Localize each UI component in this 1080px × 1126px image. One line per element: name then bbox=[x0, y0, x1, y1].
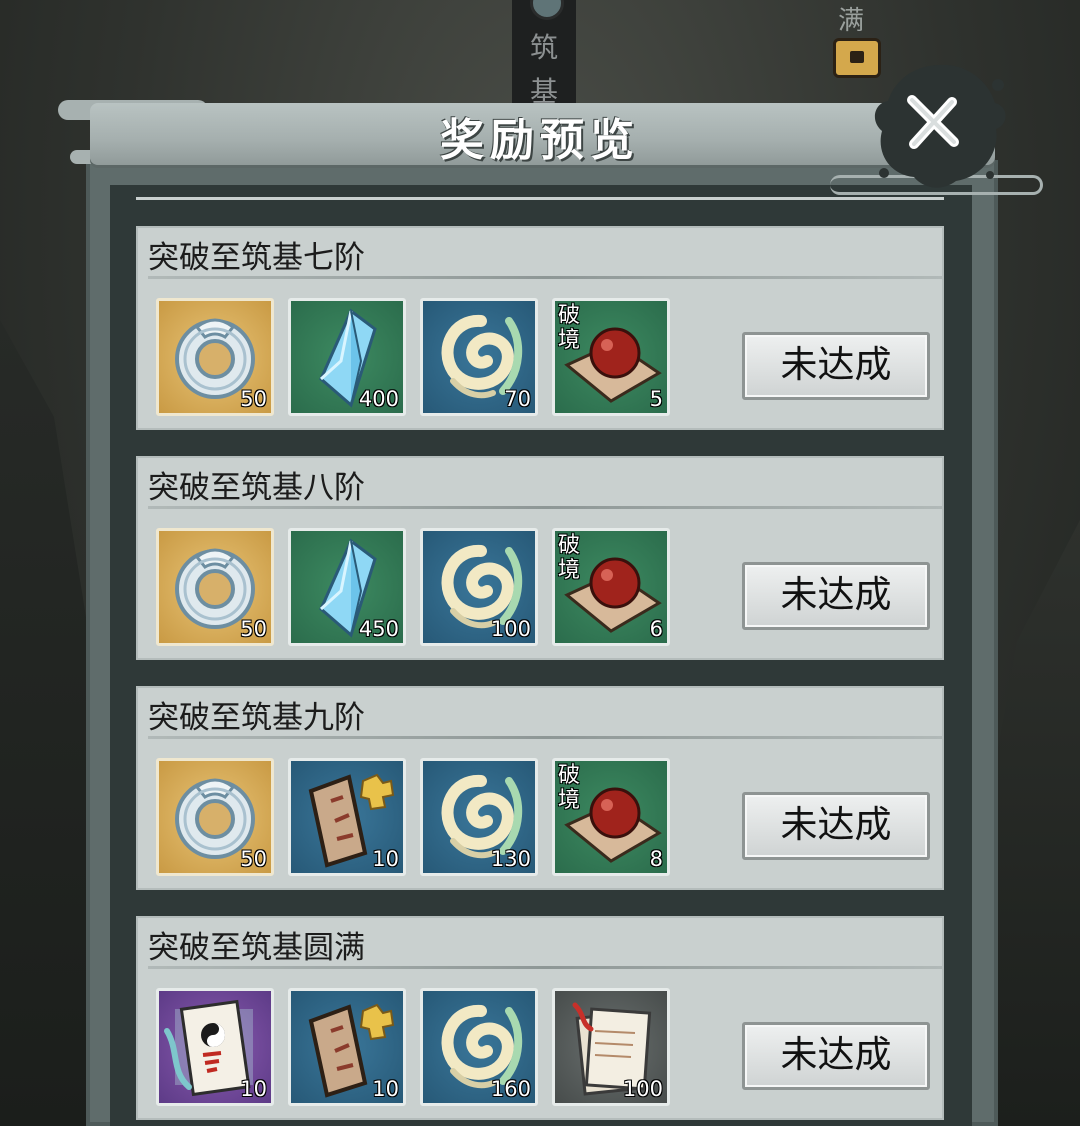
item-count: 160 bbox=[490, 1077, 531, 1101]
reward-item-slot[interactable]: 100 bbox=[552, 988, 670, 1106]
reward-tier-card: 突破至筑基七阶 50 400 70 破境 5 未达成 bbox=[136, 226, 944, 430]
item-count: 50 bbox=[240, 847, 267, 871]
reward-item-slot[interactable]: 50 bbox=[156, 298, 274, 416]
banner-text: 筑基 bbox=[529, 31, 558, 108]
reward-item-slot[interactable]: 130 bbox=[420, 758, 538, 876]
tier-label: 突破至筑基九阶 bbox=[148, 700, 365, 736]
item-tag-label: 破境 bbox=[558, 763, 581, 813]
item-count: 100 bbox=[622, 1077, 663, 1101]
claim-status-button[interactable]: 未达成 bbox=[742, 332, 930, 400]
tier-divider bbox=[148, 966, 942, 969]
reward-item-slot[interactable]: 破境 6 bbox=[552, 528, 670, 646]
item-count: 10 bbox=[372, 847, 399, 871]
item-tag-label: 破境 bbox=[558, 303, 581, 353]
reward-item-slot[interactable]: 50 bbox=[156, 758, 274, 876]
reward-tier-card: 突破至筑基九阶 50 10 130 破境 8 未达成 bbox=[136, 686, 944, 890]
tier-divider bbox=[148, 506, 942, 509]
reward-item-slot[interactable]: 100 bbox=[420, 528, 538, 646]
item-count: 5 bbox=[649, 387, 663, 411]
item-count: 8 bbox=[649, 847, 663, 871]
reward-item-slot[interactable]: 70 bbox=[420, 298, 538, 416]
claim-status-button[interactable]: 未达成 bbox=[742, 792, 930, 860]
item-tag-label: 破境 bbox=[558, 533, 581, 583]
reward-tier-card: 突破至筑基八阶 50 450 100 破境 6 未达成 bbox=[136, 456, 944, 660]
reward-item-slot[interactable]: 10 bbox=[156, 988, 274, 1106]
item-count: 100 bbox=[490, 617, 531, 641]
item-count: 50 bbox=[240, 387, 267, 411]
background-mountain-right bbox=[990, 520, 1080, 1126]
reward-item-slot[interactable]: 10 bbox=[288, 758, 406, 876]
banner-orb-icon bbox=[530, 0, 564, 20]
item-count: 130 bbox=[490, 847, 531, 871]
item-count: 10 bbox=[372, 1077, 399, 1101]
background-mountain-left bbox=[0, 320, 90, 1126]
tier-label: 突破至筑基圆满 bbox=[148, 930, 365, 966]
reward-item-slot[interactable]: 50 bbox=[156, 528, 274, 646]
close-x-icon bbox=[907, 95, 959, 149]
reward-item-slot[interactable]: 破境 5 bbox=[552, 298, 670, 416]
background-corner-text: 满 bbox=[838, 6, 865, 36]
reward-item-slot[interactable]: 10 bbox=[288, 988, 406, 1106]
header-separator bbox=[136, 197, 944, 200]
reward-item-slot[interactable]: 破境 8 bbox=[552, 758, 670, 876]
tier-divider bbox=[148, 276, 942, 279]
tier-label: 突破至筑基八阶 bbox=[148, 470, 365, 506]
reward-item-slot[interactable]: 160 bbox=[420, 988, 538, 1106]
item-count: 6 bbox=[649, 617, 663, 641]
claim-status-button[interactable]: 未达成 bbox=[742, 1022, 930, 1090]
tier-divider bbox=[148, 736, 942, 739]
close-button[interactable] bbox=[900, 90, 966, 156]
item-count: 10 bbox=[240, 1077, 267, 1101]
reward-item-slot[interactable]: 450 bbox=[288, 528, 406, 646]
item-count: 450 bbox=[358, 617, 399, 641]
item-count: 50 bbox=[240, 617, 267, 641]
tier-label: 突破至筑基七阶 bbox=[148, 240, 365, 276]
background-banner: 筑基 bbox=[512, 0, 576, 110]
reward-tier-card: 突破至筑基圆满 10 10 160 100 未达成 bbox=[136, 916, 944, 1120]
item-count: 70 bbox=[504, 387, 531, 411]
item-count: 400 bbox=[358, 387, 399, 411]
claim-status-button[interactable]: 未达成 bbox=[742, 562, 930, 630]
reward-item-slot[interactable]: 400 bbox=[288, 298, 406, 416]
